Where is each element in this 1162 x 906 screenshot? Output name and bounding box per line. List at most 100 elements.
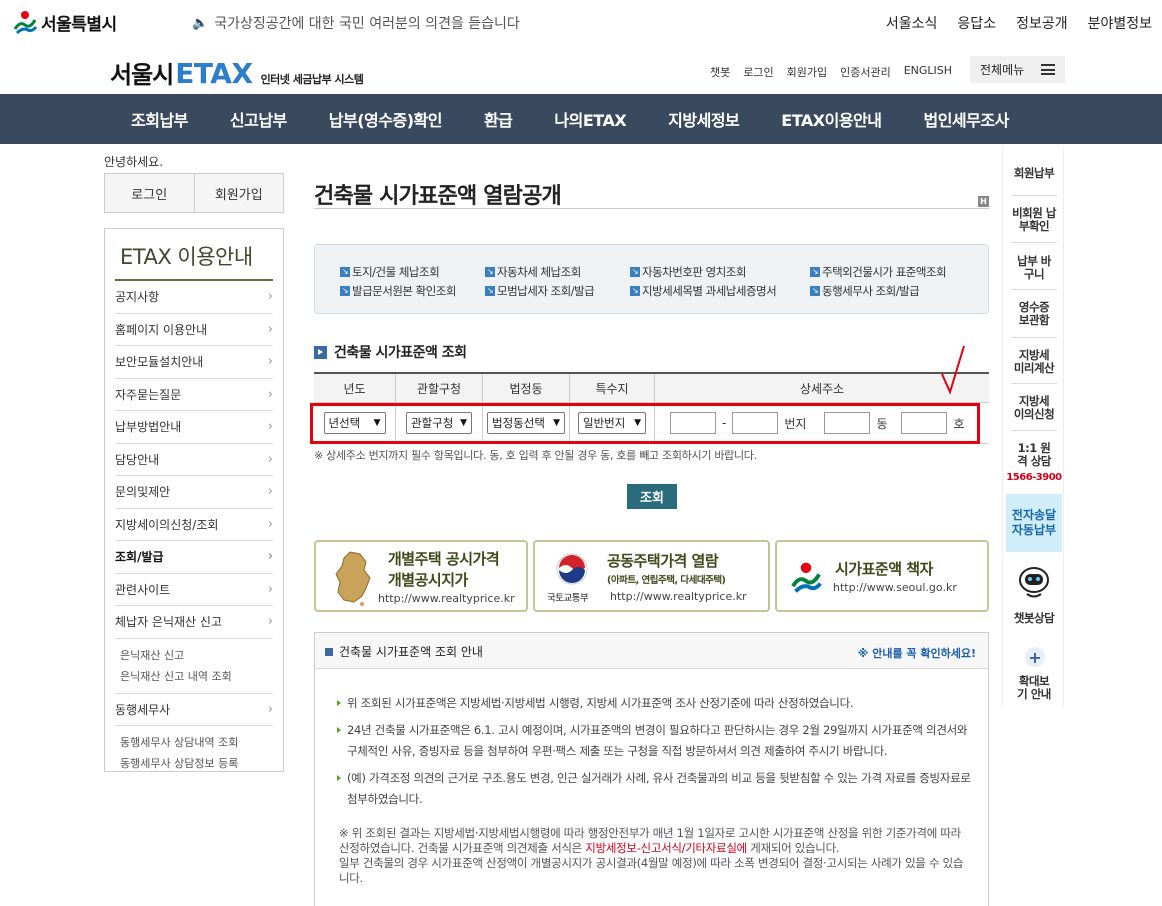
banner-seoul-booklet[interactable]: 시가표준액 책자 http://www.seoul.go.kr: [775, 540, 989, 612]
nav-refund[interactable]: 환급: [463, 107, 533, 131]
slogan[interactable]: 🔈 국가상징공간에 대한 국민 여러분의 의견을 듣습니다: [192, 13, 520, 33]
quicklink-nonresidential-value[interactable]: ↘ 주택외건물시가 표준액조회: [810, 264, 990, 280]
quickmenu-precalc[interactable]: 지방세 미리계산: [1003, 349, 1065, 375]
seoul-emblem-icon: [791, 562, 822, 593]
sidebar-item-label: 체납자 은닉재산 신고: [115, 615, 222, 630]
chatbot-robot-icon[interactable]: [1017, 563, 1051, 599]
all-menu-button[interactable]: 전체메뉴: [970, 56, 1065, 83]
etax-logo[interactable]: 서울시 ETAX 인터넷 세금납부 시스템: [110, 55, 364, 90]
nav-corp-audit[interactable]: 법인세무조사: [902, 107, 1029, 131]
chevron-right-icon: ›: [267, 289, 273, 305]
seoul-logo[interactable]: 서울특별시: [12, 9, 117, 35]
quickmenu-receipt-box[interactable]: 영수증 보관함: [1003, 301, 1065, 327]
top-link-fields[interactable]: 분야별정보: [1088, 13, 1152, 33]
sidebar-sub-item[interactable]: 은닉재산 신고 내역 조회: [120, 666, 273, 687]
quicklink-label: 토지/건물 체납조회: [352, 265, 440, 279]
logo-text: 서울특별시: [41, 14, 117, 35]
quickmenu-auto-payment[interactable]: 전자송달 자동납부: [1006, 494, 1062, 552]
sidebar-item-label: 문의및제안: [115, 485, 171, 500]
quickmenu-objection[interactable]: 지방세 이의신청: [1003, 395, 1065, 421]
check-mark-icon: [941, 345, 965, 395]
chevron-right-icon: ›: [267, 321, 273, 337]
triangle-bullet-icon: [337, 775, 341, 781]
auth-box: 로그인 회원가입: [104, 173, 284, 213]
sidebar-item-hidden-assets[interactable]: 체납자 은닉재산 신고 ›: [115, 606, 273, 639]
nav-local-tax-info[interactable]: 지방세정보: [647, 107, 760, 131]
sidebar-item-tax-advisor[interactable]: 동행세무사 ›: [115, 694, 273, 726]
sidebar-sub-item[interactable]: 은닉재산 신고: [120, 645, 273, 666]
quickmenu-zoom-guide[interactable]: 확대보기 안내: [1003, 675, 1065, 701]
quicklink-tax-certificate[interactable]: ↘ 지방세세목별 과세납세증명서: [630, 283, 810, 299]
link-signup[interactable]: 회원가입: [787, 64, 827, 80]
link-login[interactable]: 로그인: [743, 64, 773, 80]
sidebar-item-label: 공지사항: [115, 290, 160, 305]
sidebar-item-payment-method[interactable]: 납부방법안내 ›: [115, 411, 273, 444]
sidebar-item-objection[interactable]: 지방세이의신청/조회 ›: [115, 509, 273, 541]
info-bullet-text: 위 조회된 시가표준액은 지방세법·지방세법 시행령, 지방세 시가표준액 조사…: [347, 696, 854, 710]
sidebar-sub-item[interactable]: 동행세무사 상담내역 조회: [120, 732, 273, 753]
sidebar-item-inquiry[interactable]: 문의및제안 ›: [115, 476, 273, 509]
greeting: 안녕하세요.: [104, 155, 164, 169]
banner-realtyprice-apartment[interactable]: 국토교통부 공동주택가격 열람 (아파트, 연립주택, 다세대주택) http:…: [533, 540, 770, 612]
quicklink-car-tax-arrears[interactable]: ↘ 자동차세 체납조회: [485, 264, 630, 280]
search-button[interactable]: 조회: [627, 484, 677, 509]
top-link-news[interactable]: 서울소식: [886, 13, 938, 33]
sidebar-login-button[interactable]: 로그인: [105, 174, 195, 212]
quickmenu-nonmember-check[interactable]: 비회원 납부확인: [1003, 207, 1065, 233]
small-note-link[interactable]: 지방세정보-신고서식/기타자료실에: [585, 841, 747, 855]
sidebar-item-lookup-issue[interactable]: 조회/발급 ›: [115, 541, 273, 574]
banner-org: 국토교통부: [547, 593, 589, 604]
chevron-down-icon: ›: [267, 701, 273, 717]
quickmenu-payment-cart[interactable]: 납부 바구니: [1003, 255, 1065, 281]
help-icon[interactable]: H: [978, 196, 989, 207]
square-bullet-icon: [325, 647, 333, 656]
nav-my-etax[interactable]: 나의ETAX: [533, 107, 647, 131]
section-arrow-icon: [314, 345, 327, 359]
quicklink-doc-verify[interactable]: ↘ 발급문서원본 확인조회: [340, 283, 485, 299]
quicklink-label: 자동차세 체납조회: [497, 265, 581, 279]
sidebar-item-related-sites[interactable]: 관련사이트 ›: [115, 574, 273, 606]
brand-sub: 인터넷 세금납부 시스템: [260, 73, 364, 86]
sidebar-item-security-module[interactable]: 보안모듈설치안내 ›: [115, 346, 273, 379]
info-bullet-text: (예) 가격조정 의견의 근거로 구조.용도 변경, 인근 실거래가 사례, 유…: [347, 771, 971, 806]
banner-title: 공동주택가격 열람: [607, 552, 719, 570]
link-cert[interactable]: 인증서관리: [840, 64, 891, 80]
divider: [1011, 383, 1057, 384]
quickmenu-remote-support[interactable]: 1:1 원격 상담: [1003, 442, 1065, 468]
nav-inquiry-payment[interactable]: 조회납부: [110, 107, 209, 131]
arrow-icon: ↘: [485, 286, 495, 296]
quickmenu-member-payment[interactable]: 회원납부: [1003, 167, 1065, 180]
quickmenu-phone: 1566-3900: [1006, 472, 1062, 483]
header-links: 챗봇 로그인 회원가입 인증서관리 ENGLISH: [710, 64, 952, 80]
quicklink-plate-seizure[interactable]: ↘ 자동차번호판 영치조회: [630, 264, 810, 280]
sidebar-sub-item[interactable]: 동행세무사 상담정보 등록: [120, 753, 273, 774]
sidebar-item-notice[interactable]: 공지사항 ›: [115, 281, 273, 314]
divider: [1011, 242, 1057, 243]
link-chatbot[interactable]: 챗봇: [710, 64, 730, 80]
banner-url: http://www.seoul.go.kr: [833, 581, 957, 594]
top-link-eungdapso[interactable]: 응답소: [957, 13, 996, 33]
nav-receipt[interactable]: 납부(영수증)확인: [308, 107, 463, 131]
sidebar-item-faq[interactable]: 자주묻는질문 ›: [115, 379, 273, 411]
triangle-bullet-icon: [337, 700, 341, 706]
quicklink-label: 동행세무사 조회/발급: [822, 284, 920, 298]
hamburger-icon: [1041, 64, 1055, 75]
nav-report-payment[interactable]: 신고납부: [209, 107, 308, 131]
quicklink-model-taxpayer[interactable]: ↘ 모범납세자 조회/발급: [485, 283, 630, 299]
quicklink-land-building-arrears[interactable]: ↘ 토지/건물 체납조회: [340, 264, 485, 280]
info-bullet: 24년 건축물 시가표준액은 6.1. 고시 예정이며, 시가표준액의 변경이 …: [337, 720, 972, 762]
table-header: 년도 관할구청 법정동 특수지 상세주소: [314, 374, 989, 403]
link-english[interactable]: ENGLISH: [904, 64, 952, 80]
nav-etax-guide[interactable]: ETAX이용안내: [760, 107, 902, 131]
sidebar-item-contact-person[interactable]: 담당안내 ›: [115, 444, 273, 476]
plus-icon[interactable]: +: [1025, 647, 1045, 667]
korea-map-icon: [335, 551, 371, 606]
sidebar-signup-button[interactable]: 회원가입: [194, 174, 283, 212]
info-note: ※ 안내를 꼭 확인하세요!: [857, 647, 976, 660]
sidebar-item-homepage-guide[interactable]: 홈페이지 이용안내 ›: [115, 314, 273, 346]
banner-realtyprice-house[interactable]: 개별주택 공시가격 개별공시지가 http://www.realtyprice.…: [314, 540, 528, 612]
quicklink-tax-advisor[interactable]: ↘ 동행세무사 조회/발급: [810, 283, 990, 299]
chevron-right-icon: ›: [267, 516, 273, 532]
quickmenu-chatbot[interactable]: 챗봇상담: [1003, 612, 1065, 625]
top-link-disclosure[interactable]: 정보공개: [1016, 13, 1068, 33]
